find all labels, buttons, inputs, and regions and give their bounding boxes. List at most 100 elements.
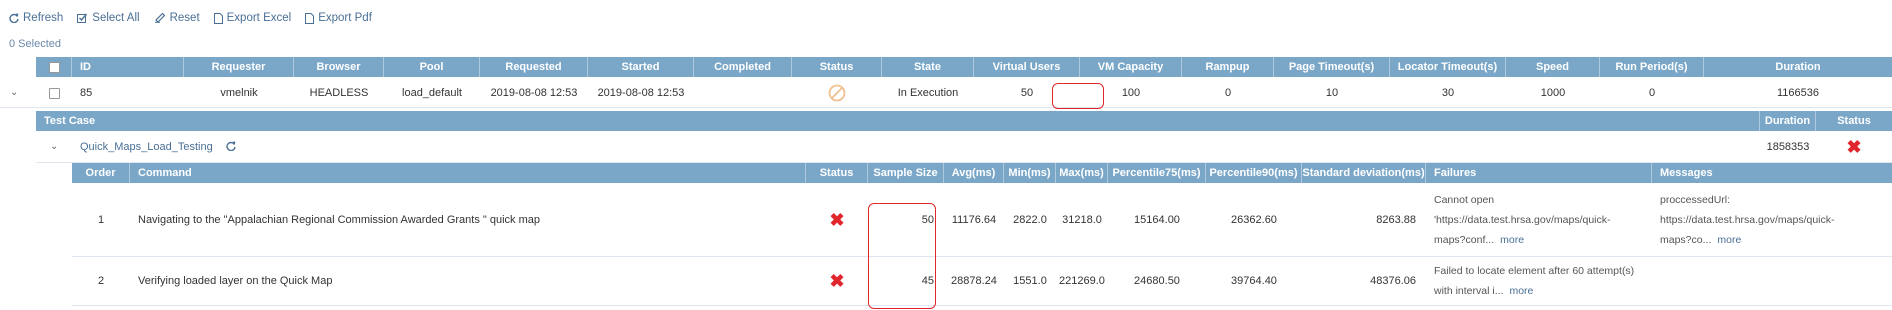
cmd-p90: 26362.60 — [1231, 214, 1277, 226]
cmd-failures: Cannot open 'https://data.test.hrsa.gov/… — [1426, 184, 1652, 256]
test-case-name-label[interactable]: Quick_Maps_Load_Testing — [80, 141, 213, 153]
col-stddev[interactable]: Standard deviation(ms) — [1302, 163, 1426, 183]
cell-id: 85 — [80, 87, 93, 99]
failure-line-last: with interval i... more — [1434, 281, 1533, 301]
col-requester[interactable]: Requester — [184, 57, 294, 77]
col-rampup[interactable]: Rampup — [1182, 57, 1274, 77]
refresh-button[interactable]: Refresh — [9, 12, 63, 24]
table-row[interactable]: 1 Navigating to the "Appalachian Regiona… — [72, 184, 1892, 257]
blocked-icon — [828, 84, 846, 102]
col-cmd-status[interactable]: Status — [806, 163, 868, 183]
col-min[interactable]: Min(ms) — [1004, 163, 1056, 183]
col-locator-timeout[interactable]: Locator Timeout(s) — [1390, 57, 1506, 77]
cell-completed — [694, 79, 792, 107]
fail-x-icon: ✖ — [829, 271, 845, 291]
failure-line-text: with interval i... — [1434, 285, 1504, 297]
col-completed[interactable]: Completed — [694, 57, 792, 77]
cell-status — [792, 79, 882, 107]
cmd-avg: 11176.64 — [951, 214, 997, 226]
cell-started: 2019-08-08 12:53 — [597, 87, 685, 99]
cell-speed: 1000 — [1540, 87, 1566, 99]
failure-line-text: maps?conf... — [1434, 234, 1495, 246]
file-excel-icon — [213, 12, 223, 24]
cell-locator-timeout: 30 — [1441, 87, 1455, 99]
reset-label: Reset — [169, 12, 200, 24]
header-select-all-cell[interactable] — [36, 57, 72, 77]
failure-line: Cannot open — [1434, 194, 1495, 206]
more-link[interactable]: more — [1717, 234, 1741, 246]
col-requested[interactable]: Requested — [480, 57, 588, 77]
more-link[interactable]: more — [1500, 234, 1524, 246]
refresh-icon — [9, 13, 19, 23]
export-excel-button[interactable]: Export Excel — [213, 12, 291, 24]
export-pdf-label: Export Pdf — [318, 12, 372, 24]
col-page-timeout[interactable]: Page Timeout(s) — [1274, 57, 1390, 77]
col-run-period[interactable]: Run Period(s) — [1600, 57, 1704, 77]
col-status[interactable]: Status — [792, 57, 882, 77]
cmd-max: 221269.0 — [1059, 275, 1105, 287]
cmd-p75: 24680.50 — [1134, 275, 1180, 287]
table-row[interactable]: ⌄ 85 vmelnik HEADLESS load_default 2019-… — [0, 79, 1892, 108]
cell-requested: 2019-08-08 12:53 — [490, 87, 578, 99]
header-checkbox[interactable] — [49, 62, 60, 73]
cmd-status: ✖ — [806, 257, 868, 305]
select-all-button[interactable]: Select All — [77, 12, 140, 24]
cmd-text: Verifying loaded layer on the Quick Map — [138, 275, 333, 287]
refresh-icon[interactable] — [226, 141, 236, 152]
cmd-text: Navigating to the "Appalachian Regional … — [138, 214, 540, 226]
col-p75[interactable]: Percentile75(ms) — [1108, 163, 1206, 183]
cmd-p75: 15164.00 — [1134, 214, 1180, 226]
selection-count: 0 Selected — [9, 38, 61, 50]
test-case-name[interactable]: Quick_Maps_Load_Testing — [80, 132, 236, 162]
message-line-text: maps?co... — [1660, 234, 1712, 246]
cmd-messages: proccessedUrl: https://data.test.hrsa.go… — [1652, 184, 1892, 256]
col-max[interactable]: Max(ms) — [1056, 163, 1108, 183]
message-line: https://data.test.hrsa.gov/maps/quick- — [1660, 214, 1835, 226]
export-pdf-button[interactable]: Export Pdf — [305, 12, 372, 24]
col-id[interactable]: ID — [72, 57, 184, 77]
col-state[interactable]: State — [882, 57, 974, 77]
col-p90[interactable]: Percentile90(ms) — [1206, 163, 1302, 183]
col-avg[interactable]: Avg(ms) — [944, 163, 1004, 183]
col-speed[interactable]: Speed — [1506, 57, 1600, 77]
more-link[interactable]: more — [1509, 285, 1533, 297]
message-line: proccessedUrl: — [1660, 194, 1731, 206]
col-tc-status[interactable]: Status — [1816, 111, 1892, 131]
file-pdf-icon — [305, 12, 315, 24]
highlight-annotation — [1052, 83, 1104, 109]
col-messages[interactable]: Messages — [1652, 163, 1892, 183]
fail-x-icon: ✖ — [829, 210, 845, 230]
col-vm-capacity[interactable]: VM Capacity — [1080, 57, 1182, 77]
chevron-down-icon[interactable]: ⌄ — [10, 79, 18, 107]
message-line-last: maps?co... more — [1660, 230, 1741, 250]
col-failures[interactable]: Failures — [1426, 163, 1652, 183]
table-row[interactable]: 2 Verifying loaded layer on the Quick Ma… — [72, 257, 1892, 306]
col-duration[interactable]: Duration — [1704, 57, 1892, 77]
cmd-order: 1 — [97, 214, 105, 226]
cell-browser: HEADLESS — [309, 87, 369, 99]
cmd-min: 2822.0 — [1013, 214, 1047, 226]
eraser-icon — [154, 13, 165, 23]
cell-page-timeout: 10 — [1325, 87, 1339, 99]
list-item[interactable]: ⌄ Quick_Maps_Load_Testing 1858353 ✖ — [36, 132, 1892, 163]
col-command[interactable]: Command — [130, 163, 806, 183]
cmd-failures: Failed to locate element after 60 attemp… — [1426, 257, 1652, 305]
reset-button[interactable]: Reset — [154, 12, 200, 24]
col-started[interactable]: Started — [588, 57, 694, 77]
runs-grid-header: ID Requester Browser Pool Requested Star… — [36, 57, 1892, 77]
cmd-stddev: 8263.88 — [1376, 214, 1416, 226]
failure-line-last: maps?conf... more — [1434, 230, 1524, 250]
col-browser[interactable]: Browser — [294, 57, 384, 77]
col-order[interactable]: Order — [72, 163, 130, 183]
col-sample-size[interactable]: Sample Size — [868, 163, 944, 183]
chevron-down-icon[interactable]: ⌄ — [50, 132, 58, 162]
col-tc-duration[interactable]: Duration — [1760, 111, 1816, 131]
commands-header: Order Command Status Sample Size Avg(ms)… — [72, 163, 1892, 183]
row-checkbox[interactable] — [49, 88, 60, 99]
col-virtual-users[interactable]: Virtual Users — [974, 57, 1080, 77]
cell-duration: 1166536 — [1776, 87, 1819, 99]
refresh-label: Refresh — [23, 12, 64, 24]
col-test-case[interactable]: Test Case — [36, 111, 1760, 131]
col-pool[interactable]: Pool — [384, 57, 480, 77]
cmd-min: 1551.0 — [1013, 275, 1047, 287]
